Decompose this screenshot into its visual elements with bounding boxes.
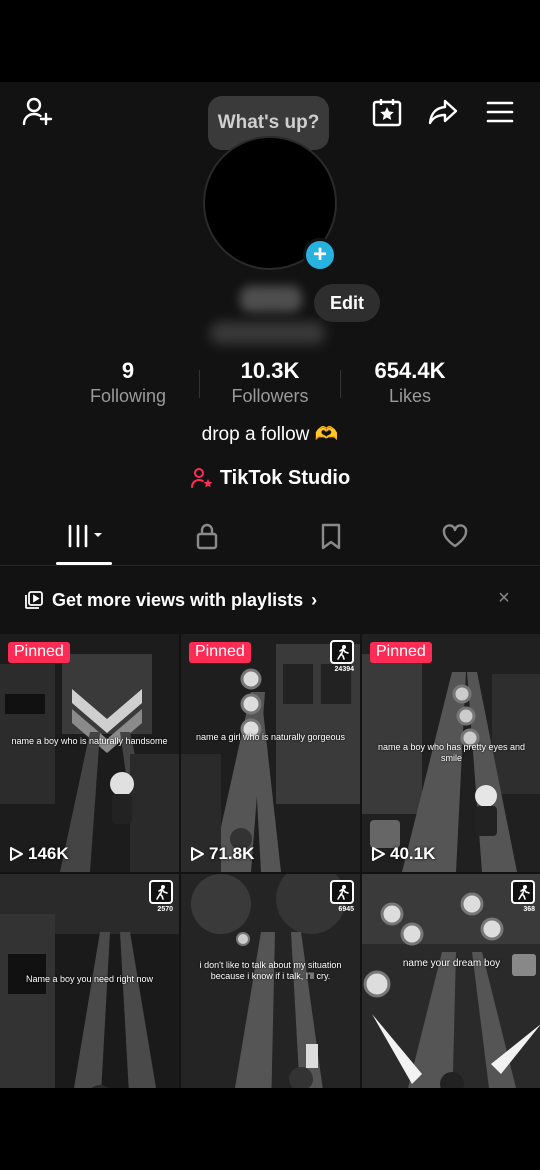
stat-label: Followers [231,386,309,406]
stat-followers[interactable]: 10.3K Followers [215,358,325,407]
tab-private[interactable] [177,518,237,554]
stat-divider [340,370,341,398]
view-count: 71.8K [189,844,254,864]
stat-value: 654.4K [374,358,446,383]
heart-icon [442,524,468,548]
tab-videos[interactable] [56,518,116,554]
game-score: 368 [523,906,535,913]
game-score: 6945 [338,906,354,913]
playlist-banner[interactable]: Get more views with playlists › × [0,566,540,634]
chevron-right-icon: › [311,589,318,610]
playlist-banner-text: Get more views with playlists [52,589,304,610]
stat-label: Likes [388,386,432,406]
blurred-username [210,322,325,344]
view-count: 40.1K [370,844,435,864]
stat-likes[interactable]: 654.4K Likes [355,358,465,407]
video-caption: name a boy who is naturally handsome [11,736,168,746]
game-score: 24394 [334,666,354,673]
running-man-icon [511,880,535,904]
stat-following[interactable]: 9 Following [78,358,178,407]
video-caption: i don't like to talk about my situation … [199,960,342,981]
play-icon [191,847,204,861]
video-tile[interactable]: Name a boy you need right now 2570 [0,874,179,1088]
profile-screen: What's up? + Edit 9 Following 10.3K Foll… [0,82,540,1088]
blurred-display-name [240,286,302,312]
video-tile[interactable]: Pinned name a boy who has pretty eyes an… [362,634,540,872]
pinned-badge: Pinned [8,642,70,663]
video-tile[interactable]: Pinned 24394 name a girl who is naturall… [181,634,360,872]
share-icon[interactable] [425,94,461,130]
view-count-value: 71.8K [209,844,255,863]
pinned-badge: Pinned [189,642,251,663]
stat-value: 9 [121,358,135,383]
grid-dropdown-icon [68,524,102,548]
video-thumbnail [362,874,540,1088]
tiktok-studio-link[interactable]: TikTok Studio [0,466,540,490]
studio-label: TikTok Studio [219,466,351,489]
video-caption: Name a boy you need right now [25,974,154,984]
play-icon [372,847,385,861]
view-count-value: 40.1K [390,844,436,863]
view-count-value: 146K [28,844,69,863]
view-count: 146K [8,844,69,864]
running-man-icon [330,880,354,904]
running-man-icon [149,880,173,904]
tab-saved[interactable] [301,518,361,554]
close-icon[interactable]: × [494,588,514,608]
running-man-icon [330,640,354,664]
playlist-icon [25,591,43,609]
video-tile[interactable]: Pinned name a boy who is naturally hands… [0,634,179,872]
video-caption: name a boy who has pretty eyes and smile [377,742,526,763]
video-caption: name a girl who is naturally gorgeous [195,732,346,742]
play-icon [10,847,23,861]
bookmark-icon [321,523,341,550]
stat-label: Following [89,386,167,406]
lock-icon [196,523,218,550]
star-calendar-icon[interactable] [369,94,405,130]
video-tile[interactable]: 6945 i don't like to talk about my situa… [181,874,360,1088]
video-caption: name your dream boy [402,958,501,969]
video-tile[interactable]: 368 name your dream boy [362,874,540,1088]
video-thumbnail [0,634,179,872]
tab-liked[interactable] [425,518,485,554]
game-score: 2570 [157,906,173,913]
menu-icon[interactable] [482,94,518,130]
bio-text: drop a follow 🫶 [201,424,339,445]
stat-divider [199,370,200,398]
add-friend-icon[interactable] [20,94,56,130]
video-grid: Pinned name a boy who is naturally hands… [0,634,540,1088]
avatar-add-icon[interactable]: + [303,238,337,272]
pinned-badge: Pinned [370,642,432,663]
stat-value: 10.3K [240,358,300,383]
studio-person-icon [190,468,213,488]
edit-profile-button[interactable]: Edit [314,284,380,322]
video-thumbnail [181,634,360,872]
